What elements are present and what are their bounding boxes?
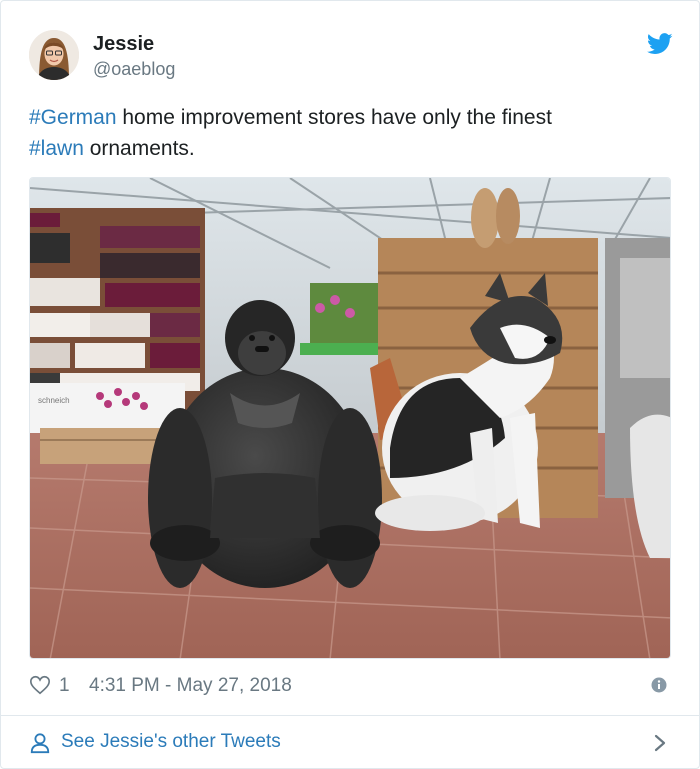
author-handle[interactable]: @oaeblog — [93, 59, 175, 80]
tweet-meta: 1 4:31 PM - May 27, 2018 — [29, 672, 673, 700]
tweet-text-segment: home improvement stores have only the fi… — [116, 106, 552, 129]
tweet-photo[interactable]: schneich — [29, 177, 671, 659]
avatar[interactable] — [29, 30, 79, 80]
avatar-image — [29, 30, 79, 80]
person-icon — [30, 733, 50, 754]
tweet-timestamp[interactable]: 4:31 PM - May 27, 2018 — [89, 675, 292, 697]
see-more-link[interactable]: See Jessie's other Tweets — [29, 729, 673, 757]
see-more-label[interactable]: See Jessie's other Tweets — [61, 731, 281, 753]
embedded-tweet-card: Jessie @oaeblog #German home improvement… — [0, 0, 700, 769]
tweet-text-segment: ornaments. — [83, 137, 195, 160]
author-name[interactable]: Jessie — [93, 33, 154, 56]
like-count[interactable]: 1 — [59, 675, 70, 697]
hashtag-link[interactable]: #German — [29, 106, 117, 129]
pallet-label: schneich — [38, 396, 70, 405]
chevron-right-icon[interactable] — [653, 733, 667, 753]
divider — [1, 715, 700, 716]
twitter-bird-icon[interactable] — [647, 33, 673, 55]
info-icon[interactable] — [651, 677, 667, 693]
heart-icon[interactable] — [29, 674, 51, 696]
photo-gorilla-husky-statues: schneich — [30, 178, 670, 658]
tweet-header: Jessie @oaeblog — [29, 30, 673, 82]
tweet-text: #German home improvement stores have onl… — [29, 102, 649, 164]
hashtag-link[interactable]: #lawn — [29, 137, 84, 160]
